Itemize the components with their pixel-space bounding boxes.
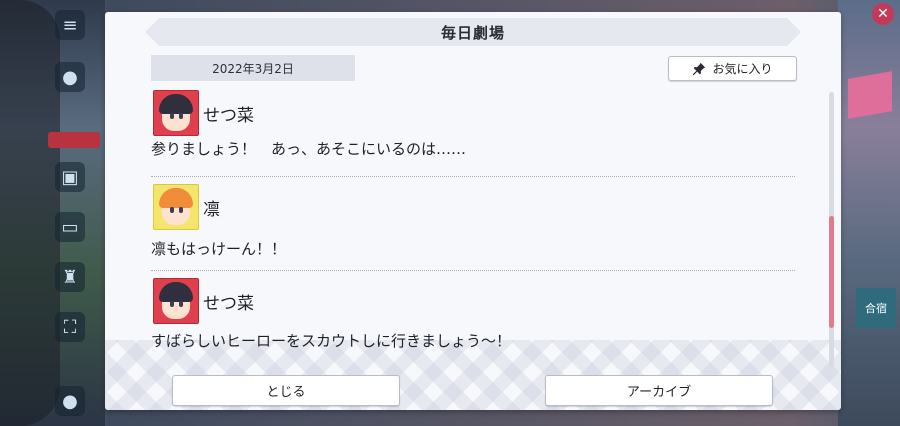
right-sign[interactable]: 合宿 xyxy=(856,288,896,328)
message-item: 凛 凛もはっけーん！！ xyxy=(151,184,795,271)
avatar xyxy=(153,184,199,230)
message-list[interactable]: せつ菜 参りましょう！ あっ、あそこにいるのは…… 凛 凛もはっけーん！！ せつ… xyxy=(151,90,795,360)
right-card-decoration xyxy=(848,71,892,119)
fullscreen-icon[interactable]: ⛶ xyxy=(55,312,85,342)
message-text: 凛もはっけーん！！ xyxy=(151,240,287,258)
message-text: すばらしいヒーローをスカウトしに行きましょう〜！ xyxy=(151,332,512,350)
device-frame xyxy=(0,0,60,426)
scrollbar[interactable] xyxy=(829,92,834,367)
archive-button[interactable]: アーカイブ xyxy=(545,375,773,406)
speaker-name: せつ菜 xyxy=(203,293,254,314)
background-right-scene xyxy=(838,0,900,426)
pin-icon xyxy=(693,62,706,75)
speaker-name: せつ菜 xyxy=(203,105,254,126)
message-text: 参りましょう！ あっ、あそこにいるのは…… xyxy=(151,140,467,158)
gift-icon[interactable]: ▣ xyxy=(55,162,85,192)
side-red-badge xyxy=(48,132,100,148)
trophy-icon[interactable]: ♜ xyxy=(55,262,85,292)
message-item: せつ菜 すばらしいヒーローをスカウトしに行きましょう〜！ xyxy=(151,278,795,360)
avatar xyxy=(153,90,199,136)
speaker-row: せつ菜 xyxy=(153,278,254,324)
chat-icon[interactable]: ● xyxy=(55,62,85,92)
date-label: 2022年3月2日 xyxy=(151,55,355,81)
speaker-row: せつ菜 xyxy=(153,90,254,136)
close-icon[interactable]: ✕ xyxy=(872,3,894,25)
user-icon[interactable]: ● xyxy=(55,386,85,416)
speaker-name: 凛 xyxy=(203,199,220,220)
speaker-row: 凛 xyxy=(153,184,220,230)
favorite-label: お気に入り xyxy=(712,62,773,76)
message-item: せつ菜 参りましょう！ あっ、あそこにいるのは…… xyxy=(151,90,795,177)
close-button[interactable]: とじる xyxy=(172,375,400,406)
scrollbar-thumb[interactable] xyxy=(829,216,834,328)
daily-theater-dialog: 毎日劇場 2022年3月2日 お気に入り せつ菜 参りましょう！ あっ、あそこに… xyxy=(105,12,841,410)
message-icon[interactable]: ▭ xyxy=(55,212,85,242)
dialog-title: 毎日劇場 xyxy=(145,18,801,46)
hamburger-menu-icon[interactable]: ≡ xyxy=(55,10,85,40)
avatar xyxy=(153,278,199,324)
favorite-button[interactable]: お気に入り xyxy=(668,56,797,81)
